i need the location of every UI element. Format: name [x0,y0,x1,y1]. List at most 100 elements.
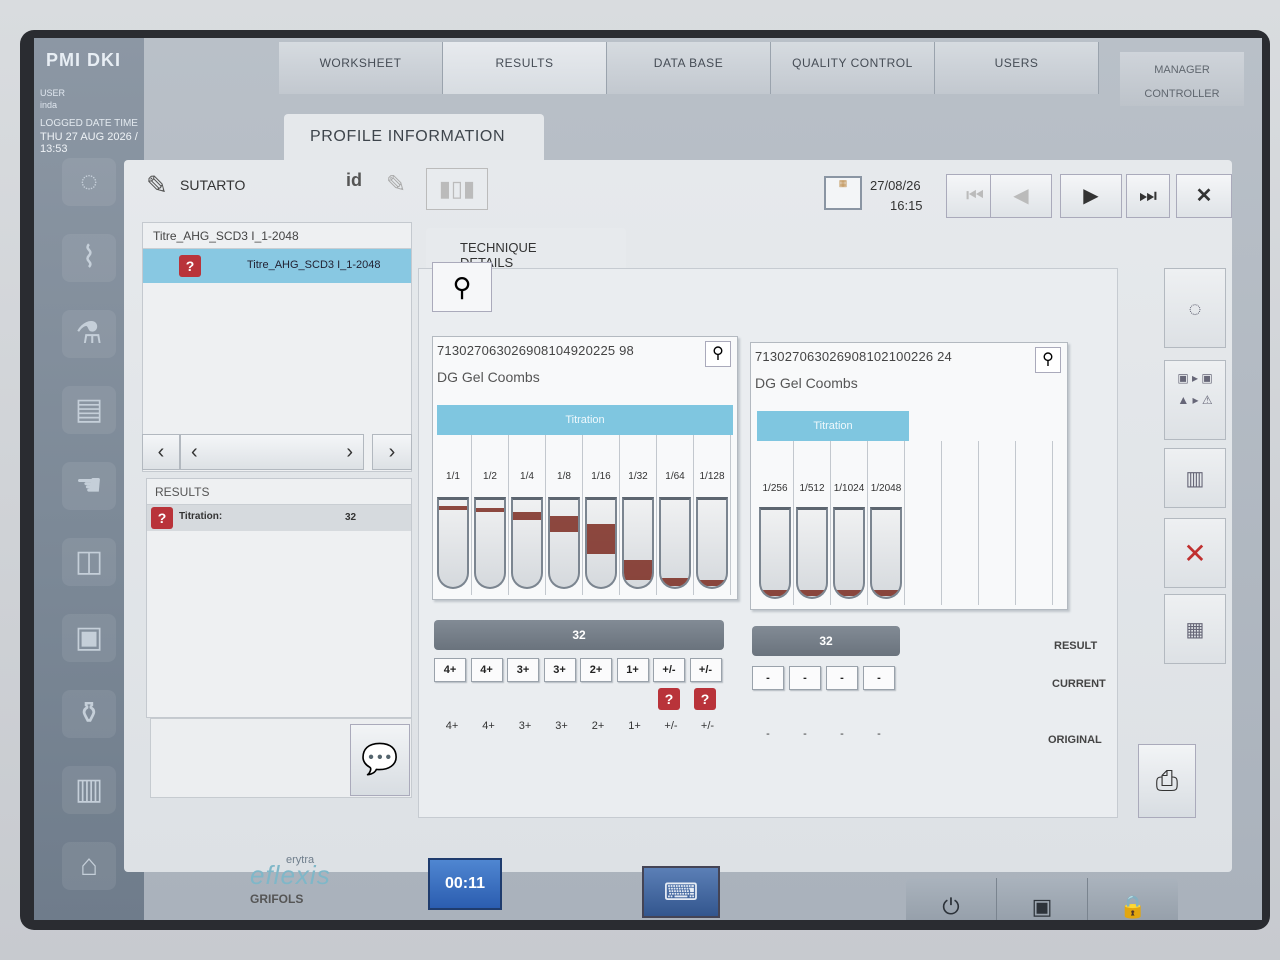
tab-users[interactable]: USERS [935,42,1099,94]
sidebar-rack-icon[interactable]: ▤ [62,386,116,434]
current-reading-cell[interactable]: 4+ [470,658,503,682]
current-reading-cell[interactable]: 3+ [543,658,576,682]
warning-tools-icon[interactable]: ▣ ▸ ▣ ▲ ▸ ⚠ [1164,360,1226,440]
gel-card-1[interactable]: 713027063026908104920225 98 DG Gel Coomb… [432,336,738,600]
page-first-button[interactable]: ‹ [142,434,180,470]
manager-controller-button[interactable]: MANAGER CONTROLLER [1120,52,1244,106]
current-reading-cell[interactable]: - [826,666,858,690]
tab-worksheet[interactable]: WORKSHEET [279,42,443,94]
sidebar-box-icon[interactable]: ◫ [62,538,116,586]
workflow-icon[interactable]: ⚲ [432,262,492,312]
sidebar-cube-icon[interactable]: ▣ [62,614,116,662]
card-column-divider [471,435,472,595]
result-row[interactable]: ? Titration: 32 [147,505,411,531]
sidebar-qc-icon[interactable]: ◌ [62,158,116,206]
tab-results[interactable]: RESULTS [443,42,607,94]
original-reading: - [803,728,807,740]
original-reading: 4+ [445,720,459,732]
original-reading: - [766,728,770,740]
titration-band: Titration [757,411,909,441]
magnifier-icon[interactable]: ⚲ [705,341,731,367]
page-next-button[interactable]: › [372,434,412,470]
edit-disabled-icon: ✎ [386,171,407,198]
close-icon[interactable]: ✕ [1176,174,1232,218]
original-row-label: ORIGINAL [1048,734,1102,746]
question-status-icon[interactable]: ? [658,688,680,710]
gel-tube [437,497,469,589]
user-photo-icon[interactable]: ▣ [997,878,1088,920]
list-item[interactable]: ? Titre_AHG_SCD3 I_1-2048 [143,249,411,283]
question-status-icon: ? [151,507,173,529]
card-barcode: 713027063026908104920225 98 [437,343,634,358]
sidebar-cards-icon[interactable]: ▥ [62,766,116,814]
list-item-label: Titre_AHG_SCD3 I_1-2048 [247,259,381,271]
current-reading-cell[interactable]: 2+ [580,658,612,682]
manager-label: MANAGER [1154,64,1210,76]
current-reading-cell[interactable]: 4+ [434,658,466,682]
gel-tube [659,497,691,589]
gel-card-2[interactable]: 713027063026908102100226 24 DG Gel Coomb… [750,342,1068,610]
magnifier-icon[interactable]: ⚲ [1035,347,1061,373]
current-reading-cell[interactable]: - [752,666,784,690]
current-reading-cell[interactable]: +/- [653,658,685,682]
dilution-label: 1/2048 [870,483,902,494]
main-tabs: WORKSHEET RESULTS DATA BASE QUALITY CONT… [279,42,1099,96]
current-reading-cell[interactable]: - [863,666,895,690]
question-status-icon[interactable]: ? [694,688,716,710]
card-column-divider [1015,441,1016,605]
card-column-divider [867,441,868,605]
sidebar-pipette-icon[interactable]: ⌇ [62,234,116,282]
prev-record-button[interactable]: ◀ [990,174,1052,218]
lock-icon[interactable]: 🔒 [1088,878,1178,920]
tab-quality-control[interactable]: QUALITY CONTROL [771,42,935,94]
page-scroll-button[interactable]: ‹ › [180,434,364,470]
current-reading-cell[interactable]: - [789,666,821,690]
reject-card-icon[interactable]: ✕ [1164,518,1226,588]
gel-tube [796,507,828,599]
profile-information-tab[interactable]: PROFILE INFORMATION [284,114,544,162]
power-icon[interactable]: ⏻ [906,878,997,920]
card-barcode: 713027063026908102100226 24 [755,349,952,364]
keyboard-icon[interactable]: ⌨ [642,866,720,918]
dilution-label: 1/1024 [833,483,865,494]
current-reading-cell[interactable]: 1+ [616,658,649,682]
current-row-label: CURRENT [1052,678,1106,690]
timer-display[interactable]: 00:11 [428,858,502,910]
card-column-divider [730,435,731,595]
controller-label: CONTROLLER [1144,88,1220,100]
card-tool-icon[interactable]: ▥ [1164,448,1226,508]
tab-database[interactable]: DATA BASE [607,42,771,94]
dilution-label: 1/512 [799,483,825,494]
card-technique: DG Gel Coombs [755,375,858,391]
patient-name: SUTARTO [180,177,246,193]
chevron-right-icon: › [346,441,353,463]
barcode-button[interactable]: ▮▯▮ [426,168,488,210]
next-record-button[interactable]: ▶ [1060,174,1122,218]
app-window: PMI DKI USER inda LOGGED DATE TIME THU 2… [34,38,1262,920]
last-record-button[interactable]: ⏭ [1126,174,1170,218]
pencil-icon[interactable]: ✎ [146,170,168,201]
grid-tool-icon[interactable]: ▦ [1164,594,1226,664]
sidebar-waste-icon[interactable]: ⌂ [62,842,116,890]
calendar-icon: ▦ [824,176,862,210]
card2-score-bar: 32 [752,626,900,656]
id-touch-icon[interactable]: id [346,170,362,191]
current-reading-cell[interactable]: 3+ [507,658,539,682]
card-column-divider [656,435,657,595]
sidebar-tube-icon[interactable]: ⚗ [62,310,116,358]
printer-icon[interactable]: ⎙ [1138,744,1196,818]
gel-tube [696,497,728,589]
current-reading-cell[interactable]: +/- [689,658,722,682]
sidebar-hand-icon[interactable]: ☚ [62,462,116,510]
card-column-divider [793,441,794,605]
tool-top-button[interactable]: ◌ [1164,268,1226,348]
comment-icon[interactable]: 💬 [350,724,410,796]
gel-tube [870,507,902,599]
sample-list-header: Titre_AHG_SCD3 I_1-2048 [143,223,411,249]
system-bar: ⏻ ▣ 🔒 [906,878,1178,920]
dilution-label: 1/8 [557,471,571,482]
dilution-label: 1/2 [483,471,497,482]
sidebar-bottle-icon[interactable]: ⚱ [62,690,116,738]
results-header: RESULTS [147,479,411,505]
logo-main: eflexis [250,860,331,890]
